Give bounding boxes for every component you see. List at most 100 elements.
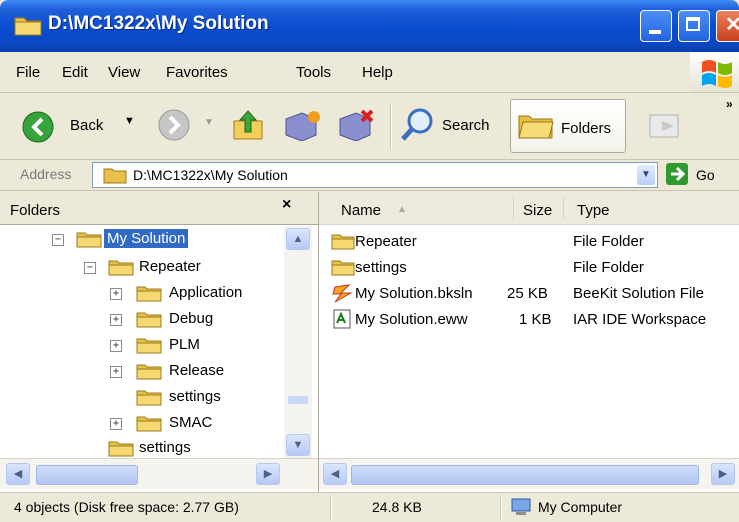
file-list-pane: Name ▲ Size Type Repeater File Folder se… [319,192,739,492]
tree-item-release[interactable]: + Release [0,360,284,384]
file-size: 25 KB [507,285,548,302]
folder-icon [331,260,355,276]
delete-icon[interactable] [336,109,376,141]
expand-icon[interactable]: + [110,366,122,378]
title-bar[interactable]: D:\MC1322x\My Solution ✕ [0,0,739,52]
views-icon[interactable] [648,111,684,141]
sort-ascending-icon: ▲ [397,204,407,215]
menu-favorites[interactable]: Favorites [166,64,228,81]
expand-icon[interactable]: + [110,340,122,352]
file-type: BeeKit Solution File [573,285,704,302]
scroll-left-icon[interactable]: ◀ [6,463,30,485]
minimize-button[interactable] [640,10,672,42]
status-bar: 4 objects (Disk free space: 2.77 GB) 24.… [0,492,739,522]
menu-edit[interactable]: Edit [62,64,88,81]
folders-pane-title: Folders [10,202,61,219]
file-name: Repeater [355,233,417,250]
tree-item-application[interactable]: + Application [0,282,284,306]
close-icon: ✕ [725,14,739,36]
back-button[interactable]: Back ▼ [18,101,148,149]
scrollbar-thumb[interactable] [288,396,308,404]
tree-label: PLM [169,336,200,353]
scrollbar-thumb[interactable] [351,465,699,485]
up-folder-icon[interactable] [232,109,266,141]
status-location: My Computer [538,499,623,515]
file-type: File Folder [573,233,644,250]
address-value: D:\MC1322x\My Solution [133,167,288,183]
tree-label: Release [169,362,225,379]
beekit-icon [332,284,353,303]
scrollbar-thumb[interactable] [36,465,138,485]
expand-icon[interactable]: + [110,314,122,326]
search-icon [401,108,433,141]
tree-item-my-solution[interactable]: − My Solution [0,228,284,252]
tree-item-smac[interactable]: + SMAC [0,412,284,436]
menu-bar: File Edit View Favorites Tools Help [0,52,739,93]
go-button[interactable]: Go [696,167,715,183]
minimize-icon [649,30,661,34]
folders-label: Folders [561,120,612,137]
folders-vertical-scrollbar[interactable]: ▲ ▼ [284,226,312,458]
tree-label: Application [169,284,243,301]
folder-icon [136,390,162,406]
menu-tools[interactable]: Tools [296,64,331,81]
address-input[interactable]: D:\MC1322x\My Solution ▼ [92,162,658,188]
tree-item-debug[interactable]: + Debug [0,308,284,332]
scroll-up-icon[interactable]: ▲ [286,228,310,250]
forward-arrow-icon[interactable] [158,109,190,141]
column-header-name[interactable]: Name [341,202,381,219]
file-row[interactable]: settings File Folder [319,256,739,282]
file-list-horizontal-scrollbar[interactable]: ◀ ▶ [319,458,739,489]
folder-icon [108,260,134,276]
column-header-size[interactable]: Size [523,202,552,219]
expand-icon[interactable]: + [110,418,122,430]
scroll-right-icon[interactable]: ▶ [711,463,735,485]
chevron-down-icon[interactable]: ▼ [204,117,214,128]
file-size: 1 KB [519,311,552,328]
close-button[interactable]: ✕ [716,10,739,42]
file-name: My Solution.eww [355,311,468,328]
search-button[interactable]: Search [396,101,500,149]
file-type: IAR IDE Workspace [573,311,707,328]
tree-label: Repeater [139,258,201,275]
toolbar-overflow-icon[interactable]: » [726,97,733,111]
folder-icon [136,364,162,380]
file-row[interactable]: Repeater File Folder [319,230,739,256]
menu-view[interactable]: View [108,64,140,81]
file-row[interactable]: My Solution.bksln 25 KB BeeKit Solution … [319,282,739,308]
folders-button[interactable]: Folders [510,99,626,153]
folder-icon [14,17,42,36]
file-name: settings [355,259,407,276]
close-icon[interactable]: × [282,196,291,214]
window-title: D:\MC1322x\My Solution [48,13,269,34]
address-bar: Address D:\MC1322x\My Solution ▼ Go [0,160,739,191]
file-name: My Solution.bksln [355,285,473,302]
tree-item-repeater[interactable]: − Repeater [0,256,284,280]
folder-icon [103,168,127,184]
file-row[interactable]: My Solution.eww 1 KB IAR IDE Workspace [319,308,739,334]
collapse-icon[interactable]: − [52,234,64,246]
collapse-icon[interactable]: − [84,262,96,274]
toolbar: Back ▼ ▼ Search Folders » [0,93,739,160]
expand-icon[interactable]: + [110,288,122,300]
chevron-down-icon[interactable]: ▼ [124,115,135,127]
folder-icon [108,441,134,457]
column-header-type[interactable]: Type [577,202,610,219]
tree-label: Debug [169,310,214,327]
scroll-down-icon[interactable]: ▼ [286,434,310,456]
tree-item-plm[interactable]: + PLM [0,334,284,358]
move-to-icon[interactable] [282,109,322,141]
scroll-left-icon[interactable]: ◀ [323,463,347,485]
scroll-right-icon[interactable]: ▶ [256,463,280,485]
menu-file[interactable]: File [16,64,40,81]
maximize-button[interactable] [678,10,710,42]
menu-help[interactable]: Help [362,64,393,81]
tree-item-settings-root[interactable]: settings [0,438,284,458]
file-type: File Folder [573,259,644,276]
chevron-down-icon[interactable]: ▼ [637,165,655,185]
tree-item-settings[interactable]: settings [0,386,284,410]
folders-horizontal-scrollbar[interactable]: ◀ ▶ [0,458,318,489]
go-arrow-icon[interactable] [666,163,688,185]
tree-label: SMAC [169,414,213,431]
search-label: Search [442,117,490,134]
